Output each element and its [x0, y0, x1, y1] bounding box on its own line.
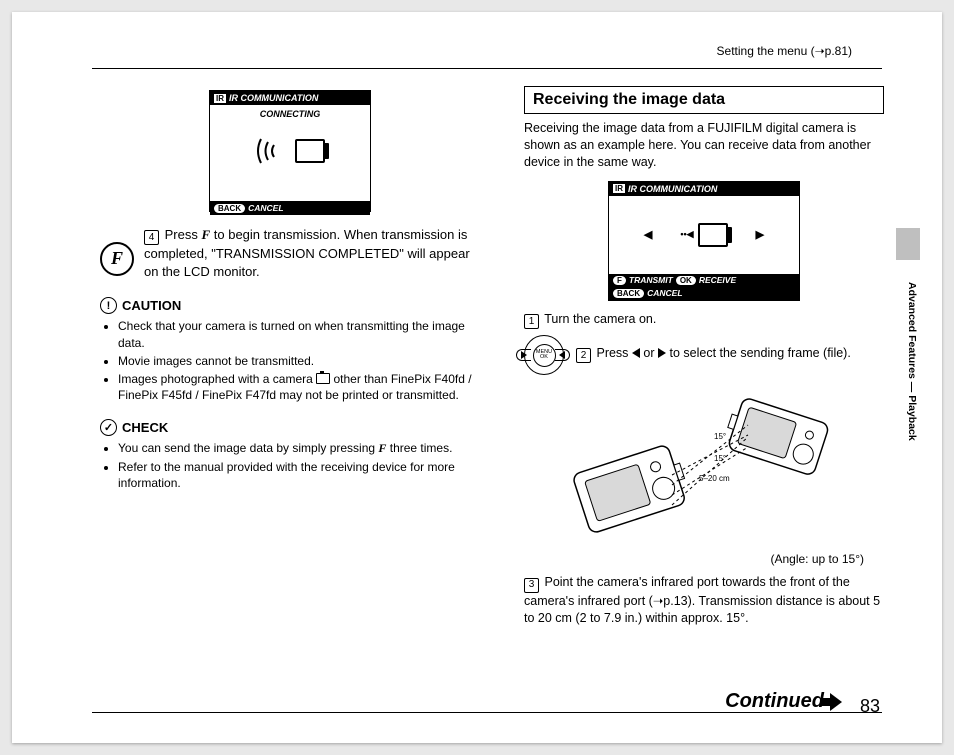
check-item: You can send the image data by simply pr…: [118, 440, 480, 456]
menu-ok-dial-icon: MENU OK: [524, 335, 562, 373]
check-icon: ✓: [100, 419, 117, 436]
lcd-title-text: IR COMMUNICATION: [628, 184, 717, 194]
camera-icon: [698, 223, 728, 247]
continued-label: Continued: [725, 690, 824, 713]
ir-tag: IR: [613, 184, 625, 193]
step-3-text: Point the camera's infrared port towards…: [524, 575, 880, 625]
cancel-label: CANCEL: [647, 288, 682, 298]
caution-item: Check that your camera is turned on when…: [118, 318, 480, 350]
lcd-bottom-bars: F TRANSMIT OK RECEIVE BACK CANCEL: [609, 274, 799, 300]
step-2-num: 2: [576, 348, 591, 363]
check-title: CHECK: [122, 420, 168, 435]
camera-icon: [295, 139, 325, 163]
caution-title: CAUTION: [122, 298, 181, 313]
ir-tag: IR: [214, 94, 226, 103]
step-3-num: 3: [524, 578, 539, 593]
section-tab-text: Advanced Features — Playback: [906, 282, 918, 441]
lcd-right-wrap: IR IR COMMUNICATION ◀ ••◀ ▶ F TRANSMIT O: [524, 181, 884, 301]
lcd-title-bar: IR IR COMMUNICATION: [609, 182, 799, 196]
f-glyph: F: [378, 441, 386, 455]
signal-dots-icon: ••◀: [680, 229, 693, 240]
check-item: Refer to the manual provided with the re…: [118, 459, 480, 491]
angle-label-top: 15°: [714, 432, 726, 441]
step-3: 3 Point the camera's infrared port towar…: [524, 574, 884, 628]
right-arrow-icon: ▶: [756, 228, 764, 241]
cancel-label: CANCEL: [248, 203, 283, 213]
step-4-row: F 4 Press F to begin transmission. When …: [100, 226, 480, 282]
left-column: IR IR COMMUNICATION CONNECTING: [100, 90, 480, 493]
check-list: You can send the image data by simply pr…: [118, 440, 480, 491]
lcd-body: CONNECTING: [210, 105, 370, 201]
camera-glyph-icon: [316, 373, 330, 384]
lcd-screen-connecting: IR IR COMMUNICATION CONNECTING: [209, 90, 371, 212]
left-arrow-icon: ◀: [644, 228, 652, 241]
angle-label-bottom: 15°: [714, 454, 726, 463]
step-1-num: 1: [524, 314, 539, 329]
caution-list: Check that your camera is turned on when…: [118, 318, 480, 403]
distance-label: 5–20 cm: [699, 474, 730, 483]
lcd-left-wrap: IR IR COMMUNICATION CONNECTING: [100, 90, 480, 216]
f-glyph: F: [201, 227, 210, 242]
continued-indicator: Continued: [725, 690, 842, 713]
left-arrow-icon: [632, 348, 640, 358]
step-1: 1 Turn the camera on.: [524, 311, 884, 330]
f-button-icon: F: [100, 242, 134, 276]
manual-page: Setting the menu (➝p.81) Advanced Featur…: [12, 12, 942, 743]
section-tab: [896, 228, 920, 260]
header-label: Setting the menu (➝p.81): [717, 44, 852, 58]
transmit-label: TRANSMIT: [629, 275, 673, 285]
angle-note: (Angle: up to 15°): [524, 552, 864, 566]
intro-paragraph: Receiving the image data from a FUJIFILM…: [524, 120, 884, 171]
right-arrow-icon: [658, 348, 666, 358]
right-column: Receiving the image data Receiving the i…: [524, 86, 884, 634]
caution-icon: !: [100, 297, 117, 314]
caution-item: Images photographed with a camera other …: [118, 371, 480, 403]
lcd-cancel-bar: BACK CANCEL: [210, 201, 370, 215]
page-number: 83: [860, 696, 880, 717]
ok-pill: OK: [676, 276, 696, 285]
step-2-text: 2 Press or to select the sending frame (…: [576, 345, 851, 364]
step-4-num: 4: [144, 230, 159, 245]
caution-heading: ! CAUTION: [100, 297, 480, 314]
back-pill: BACK: [214, 204, 245, 213]
check-heading: ✓ CHECK: [100, 419, 480, 436]
step-1-text: Turn the camera on.: [544, 312, 656, 326]
camera-alignment-illustration: 15° 15° 5–20 cm // (labels filled below …: [524, 383, 884, 548]
caution-item: Movie images cannot be transmitted.: [118, 353, 480, 369]
step-2: MENU OK 2 Press or to select the sending…: [524, 335, 884, 373]
receive-label: RECEIVE: [699, 275, 736, 285]
lcd-body: ◀ ••◀ ▶: [609, 196, 799, 274]
step-4-text: 4 Press F to begin transmission. When tr…: [144, 226, 480, 282]
lcd-title-text: IR COMMUNICATION: [229, 93, 318, 103]
lcd-screen-receive: IR IR COMMUNICATION ◀ ••◀ ▶ F TRANSMIT O: [608, 181, 800, 301]
f-pill: F: [613, 276, 626, 285]
rule-top: [92, 68, 882, 69]
back-pill: BACK: [613, 289, 644, 298]
section-heading: Receiving the image data: [524, 86, 884, 114]
continued-arrow-icon: [830, 693, 842, 711]
signal-waves-icon: [255, 135, 289, 167]
lcd-title-bar: IR IR COMMUNICATION: [210, 91, 370, 105]
lcd-status: CONNECTING: [210, 109, 370, 119]
